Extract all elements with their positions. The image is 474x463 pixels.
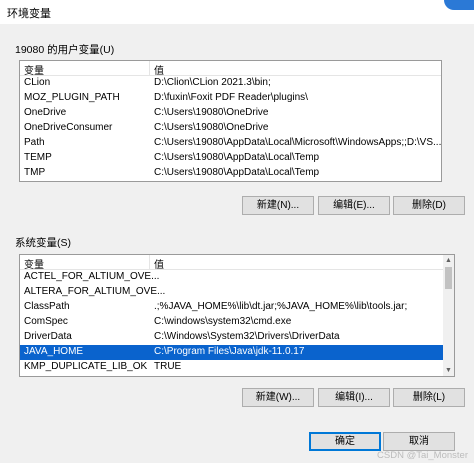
table-row[interactable]: MOZ_PLUGIN_PATH D:\fuxin\Foxit PDF Reader… [20, 91, 441, 106]
column-header-value[interactable]: 值 [154, 62, 164, 77]
cancel-button[interactable]: 取消 [383, 432, 455, 451]
variable-value: C:\windows\system32\cmd.exe [154, 316, 292, 327]
variable-value: C:\Users\19080\AppData\Local\Temp [154, 152, 320, 163]
variable-name: MOZ_PLUGIN_PATH [24, 92, 120, 103]
variable-name: DriverData [24, 331, 72, 342]
variable-name: CLion [24, 77, 51, 88]
variable-name: MKL_SERIAL [24, 376, 86, 377]
system-new-button[interactable]: 新建(W)... [242, 388, 314, 407]
variable-name: ComSpec [24, 316, 68, 327]
table-row[interactable]: TEMP C:\Users\19080\AppData\Local\Temp [20, 151, 441, 166]
table-row[interactable]: OneDriveConsumer C:\Users\19080\OneDrive [20, 121, 441, 136]
variable-value: D:\fuxin\Foxit PDF Reader\plugins\ [154, 92, 308, 103]
variable-value: C:\Users\19080\AppData\Local\Temp [154, 167, 320, 178]
system-variables-list[interactable]: 变量 值 ACTEL_FOR_ALTIUM_OVE... ALTERA_FOR_A… [19, 254, 455, 377]
variable-name: ALTERA_FOR_ALTIUM_OVE... [24, 286, 166, 297]
column-divider[interactable] [149, 61, 150, 75]
variable-value: TRUE [154, 361, 182, 372]
table-row[interactable]: MKL_SERIAL YES [20, 375, 443, 377]
column-header-name[interactable]: 变量 [24, 62, 44, 77]
variable-value: C:\Users\19080\OneDrive [154, 107, 269, 118]
variable-value: YES [154, 376, 174, 377]
system-variables-label: 系统变量(S) [15, 237, 71, 249]
system-list-header: 变量 值 [20, 255, 454, 271]
variable-value: C:\Users\19080\OneDrive [154, 122, 269, 133]
watermark: CSDN @Tai_Monster [377, 450, 468, 461]
column-header-name[interactable]: 变量 [24, 256, 44, 271]
variable-value: C:\Users\19080\AppData\Local\Microsoft\W… [154, 137, 442, 148]
table-row[interactable]: ALTERA_FOR_ALTIUM_OVE... [20, 285, 443, 300]
variable-value: D:\Clion\CLion 2021.3\bin; [154, 77, 271, 88]
table-row[interactable]: OneDrive C:\Users\19080\OneDrive [20, 106, 441, 121]
user-edit-button[interactable]: 编辑(E)... [318, 196, 390, 215]
table-row[interactable]: JAVA_HOME C:\Program Files\Java\jdk-11.0.… [20, 345, 443, 360]
variable-name: ACTEL_FOR_ALTIUM_OVE... [24, 271, 160, 282]
variable-name: ClassPath [24, 301, 70, 312]
system-delete-button[interactable]: 删除(L) [393, 388, 465, 407]
close-button[interactable] [444, 0, 474, 10]
system-edit-button[interactable]: 编辑(I)... [318, 388, 390, 407]
variable-value: C:\Windows\System32\Drivers\DriverData [154, 331, 340, 342]
table-row[interactable]: KMP_DUPLICATE_LIB_OK TRUE [20, 360, 443, 375]
table-row[interactable]: ACTEL_FOR_ALTIUM_OVE... [20, 270, 443, 285]
variable-name: JAVA_HOME [24, 346, 84, 357]
table-row[interactable]: ClassPath .;%JAVA_HOME%\lib\dt.jar;%JAVA_… [20, 300, 443, 315]
variable-name: TMP [24, 167, 46, 178]
vertical-scrollbar[interactable]: ▲ ▼ [443, 255, 454, 376]
variable-name: TEMP [24, 152, 52, 163]
variable-name: OneDrive [24, 107, 67, 118]
column-divider[interactable] [149, 255, 150, 269]
table-row[interactable]: ComSpec C:\windows\system32\cmd.exe [20, 315, 443, 330]
variable-value: C:\Program Files\Java\jdk-11.0.17 [154, 346, 305, 357]
ok-button[interactable]: 确定 [309, 432, 381, 451]
variable-value: .;%JAVA_HOME%\lib\dt.jar;%JAVA_HOME%\lib… [154, 301, 408, 312]
scroll-up-arrow-icon[interactable]: ▲ [443, 255, 454, 266]
variable-name: KMP_DUPLICATE_LIB_OK [24, 361, 148, 372]
user-new-button[interactable]: 新建(N)... [242, 196, 314, 215]
user-variables-label: 19080 的用户变量(U) [15, 44, 115, 56]
user-delete-button[interactable]: 删除(D) [393, 196, 465, 215]
table-row[interactable]: DriverData C:\Windows\System32\Drivers\Dr… [20, 330, 443, 345]
title-bar: 环境变量 [0, 0, 474, 24]
variable-name: OneDriveConsumer [24, 122, 113, 133]
table-row[interactable]: CLion D:\Clion\CLion 2021.3\bin; [20, 76, 441, 91]
table-row[interactable]: TMP C:\Users\19080\AppData\Local\Temp [20, 166, 441, 181]
user-variables-list[interactable]: 变量 值 CLion D:\Clion\CLion 2021.3\bin; MOZ_… [19, 60, 442, 182]
scroll-down-arrow-icon[interactable]: ▼ [443, 365, 454, 376]
scroll-thumb[interactable] [445, 267, 452, 289]
column-header-value[interactable]: 值 [154, 256, 164, 271]
table-row[interactable]: Path C:\Users\19080\AppData\Local\Microso… [20, 136, 441, 151]
user-list-header: 变量 值 [20, 61, 441, 77]
variable-name: Path [24, 137, 45, 148]
window-title: 环境变量 [7, 8, 51, 20]
